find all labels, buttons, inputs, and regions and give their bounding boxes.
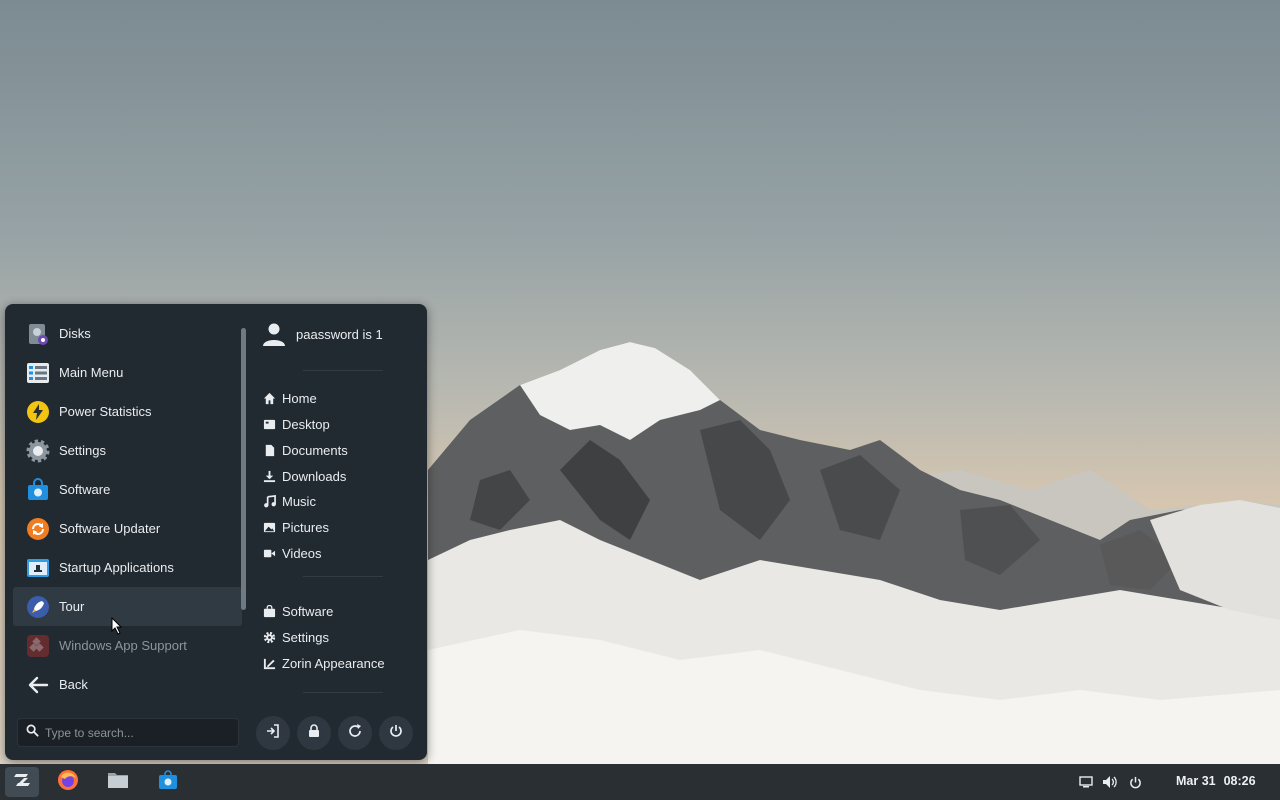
- windows-app-support-icon: [25, 633, 51, 659]
- software-launcher[interactable]: [151, 767, 185, 797]
- app-item-label: Disks: [59, 326, 91, 341]
- separator: [303, 370, 383, 371]
- clock[interactable]: Mar 31 08:26: [1176, 774, 1264, 788]
- power-icon[interactable]: [1127, 774, 1143, 790]
- logout-icon: [265, 723, 281, 744]
- user-avatar-icon: [261, 321, 287, 347]
- system-settings[interactable]: Settings: [261, 625, 411, 649]
- place-pictures[interactable]: Pictures: [261, 515, 411, 539]
- clock-date: Mar 31: [1176, 774, 1216, 788]
- app-item-startup-applications[interactable]: Startup Applications: [13, 548, 242, 587]
- system-zorin-appearance[interactable]: Zorin Appearance: [261, 651, 411, 675]
- software-store-icon: [25, 477, 51, 503]
- video-icon: [262, 546, 276, 560]
- firefox-launcher[interactable]: [51, 767, 85, 797]
- back-arrow-icon: [25, 672, 51, 698]
- power-off-button[interactable]: [379, 716, 413, 750]
- separator: [303, 692, 383, 693]
- search-input[interactable]: [45, 725, 225, 740]
- place-label: Documents: [282, 442, 348, 458]
- place-label: Desktop: [282, 416, 330, 432]
- pictures-icon: [262, 520, 276, 534]
- separator: [303, 576, 383, 577]
- disks-icon: [25, 321, 51, 347]
- software-bag-icon: [262, 604, 276, 618]
- system-software[interactable]: Software: [261, 599, 411, 623]
- software-updater-icon: [25, 516, 51, 542]
- place-home[interactable]: Home: [261, 386, 411, 410]
- place-downloads[interactable]: Downloads: [261, 464, 411, 488]
- firefox-icon: [57, 769, 79, 796]
- software-store-icon: [158, 769, 178, 795]
- app-item-disks[interactable]: Disks: [13, 314, 242, 353]
- place-label: Settings: [282, 629, 329, 645]
- app-item-label: Software Updater: [59, 521, 161, 536]
- place-desktop[interactable]: Desktop: [261, 412, 411, 436]
- restart-icon: [347, 723, 363, 744]
- app-item-label: Power Statistics: [59, 404, 152, 419]
- place-documents[interactable]: Documents: [261, 438, 411, 462]
- zorin-menu-button[interactable]: [5, 767, 39, 797]
- settings-gear-icon: [25, 438, 51, 464]
- files-icon: [107, 770, 129, 795]
- power-icon: [388, 723, 404, 744]
- place-videos[interactable]: Videos: [261, 541, 411, 565]
- home-icon: [262, 391, 276, 405]
- download-icon: [262, 469, 276, 483]
- taskbar: Mar 31 08:26: [0, 764, 1280, 800]
- mouse-cursor-icon: [111, 616, 123, 640]
- app-item-settings[interactable]: Settings: [13, 431, 242, 470]
- display-icon[interactable]: [1078, 774, 1094, 790]
- search-box[interactable]: [17, 718, 239, 747]
- search-icon: [26, 724, 39, 742]
- app-list: Disks Main Menu Power Statistics Setting…: [13, 314, 246, 704]
- place-label: Downloads: [282, 468, 347, 484]
- app-item-windows-app-support[interactable]: Windows App Support: [13, 626, 242, 665]
- back-label: Back: [59, 677, 88, 692]
- startup-applications-icon: [25, 555, 51, 581]
- app-list-scrollbar[interactable]: [241, 328, 246, 610]
- clock-time: 08:26: [1223, 774, 1256, 788]
- app-item-label: Startup Applications: [59, 560, 174, 575]
- logout-button[interactable]: [256, 716, 290, 750]
- restart-button[interactable]: [338, 716, 372, 750]
- place-label: Pictures: [282, 519, 329, 535]
- desktop-icon: [262, 417, 276, 431]
- place-label: Home: [282, 390, 317, 406]
- app-item-power-statistics[interactable]: Power Statistics: [13, 392, 242, 431]
- user-account-button[interactable]: paassword is 1: [261, 320, 383, 348]
- app-item-tour[interactable]: Tour: [13, 587, 242, 626]
- app-item-main-menu[interactable]: Main Menu: [13, 353, 242, 392]
- app-item-software[interactable]: Software: [13, 470, 242, 509]
- appearance-icon: [262, 656, 276, 670]
- rocket-icon: [25, 594, 51, 620]
- lock-icon: [306, 723, 322, 744]
- place-label: Videos: [282, 545, 322, 561]
- place-label: Zorin Appearance: [282, 655, 385, 671]
- place-music[interactable]: Music: [261, 489, 411, 513]
- zorin-menu-icon: [12, 770, 32, 795]
- music-icon: [262, 494, 276, 508]
- power-statistics-icon: [25, 399, 51, 425]
- back-button[interactable]: Back: [13, 665, 242, 704]
- document-icon: [262, 443, 276, 457]
- user-name: paassword is 1: [296, 326, 383, 342]
- app-item-label: Tour: [59, 599, 85, 614]
- app-item-label: Software: [59, 482, 111, 497]
- app-item-label: Settings: [59, 443, 106, 458]
- gear-icon: [262, 630, 276, 644]
- files-launcher[interactable]: [101, 767, 135, 797]
- app-item-label: Main Menu: [59, 365, 124, 380]
- volume-icon[interactable]: [1102, 774, 1118, 790]
- place-label: Music: [282, 493, 316, 509]
- app-item-software-updater[interactable]: Software Updater: [13, 509, 242, 548]
- main-menu-icon: [25, 360, 51, 386]
- place-label: Software: [282, 603, 334, 619]
- app-item-label: Windows App Support: [59, 638, 187, 653]
- lock-button[interactable]: [297, 716, 331, 750]
- start-menu: Disks Main Menu Power Statistics Setting…: [5, 304, 427, 760]
